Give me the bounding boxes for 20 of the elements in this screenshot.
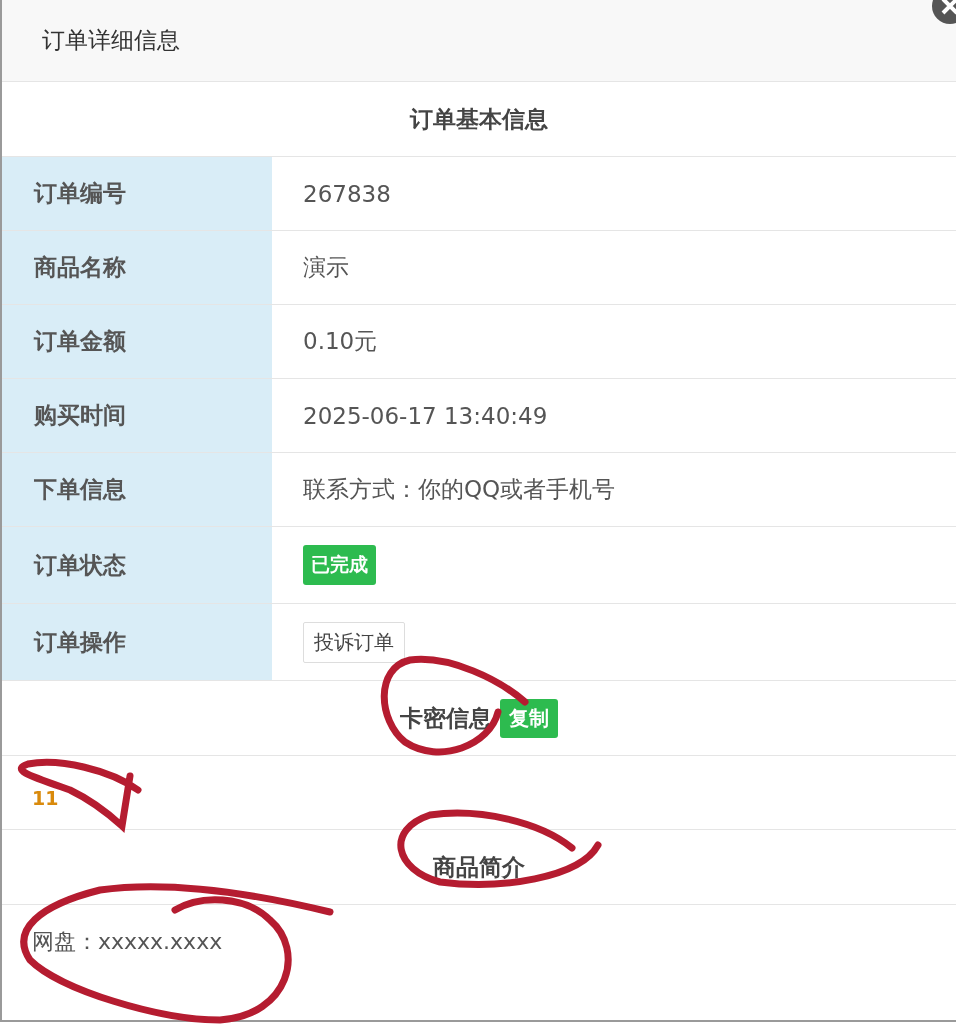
field-value: 0.10元 <box>303 327 378 356</box>
field-label-cell: 购买时间 <box>2 379 272 452</box>
field-value: 267838 <box>303 180 391 207</box>
complaint-button[interactable]: 投诉订单 <box>303 621 405 663</box>
section-heading: 卡密信息 <box>400 703 492 733</box>
card-secret-text: 11 <box>32 785 59 809</box>
field-label-cell: 订单编号 <box>2 157 272 230</box>
field-label-cell: 订单状态 <box>2 527 272 603</box>
field-value: 2025-06-17 13:40:49 <box>303 402 548 429</box>
status-badge: 已完成 <box>303 545 376 585</box>
section-heading: 订单基本信息 <box>410 104 548 134</box>
field-label-cell: 订单操作 <box>2 604 272 680</box>
field-label-cell: 订单金额 <box>2 305 272 378</box>
dialog-title: 订单详细信息 <box>42 26 180 55</box>
section-heading: 商品简介 <box>433 852 525 882</box>
field-label-cell: 商品名称 <box>2 231 272 304</box>
field-label-cell: 下单信息 <box>2 453 272 526</box>
field-value: 演示 <box>303 253 349 282</box>
field-value: 联系方式：你的QQ或者手机号 <box>303 475 616 504</box>
product-description: 网盘：xxxxx.xxxx <box>32 928 223 956</box>
